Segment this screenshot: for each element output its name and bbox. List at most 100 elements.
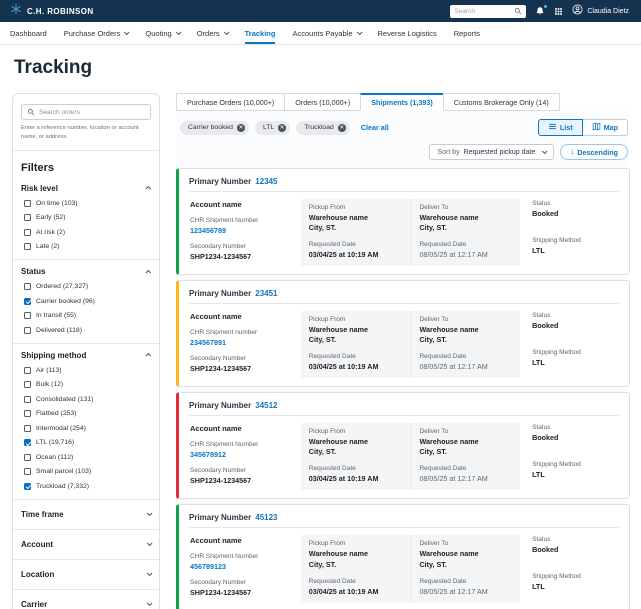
tab-shipments[interactable]: Shipments (1,393) [360,93,444,111]
shipment-card[interactable]: Primary Number 12345 Account name CHR Sh… [176,168,630,276]
primary-number-link[interactable]: 45123 [255,513,277,522]
filter-option-at-risk[interactable]: At risk (2) [24,228,151,236]
pickup-warehouse-name: Warehouse name [308,437,369,447]
chevron-down-icon [146,540,153,547]
chr-shipment-number-link[interactable]: 345678912 [190,450,295,459]
global-search-input[interactable] [454,7,515,15]
chr-shipment-number-link[interactable]: 456789123 [190,562,295,571]
filter-option-air[interactable]: Air (113) [24,366,151,374]
nav-item-quoting[interactable]: Quoting [145,22,182,44]
shipment-card[interactable]: Primary Number 34512 Account name CHR Sh… [176,392,630,500]
filter-option-label: Air (113) [36,366,62,374]
filter-option-consolidated[interactable]: Consolidated (131) [24,395,151,403]
filter-option-label: Delivered (118) [36,326,82,334]
filter-section-location: Location [13,560,159,590]
filter-section-header[interactable]: Risk level [21,184,152,193]
sort-by-select[interactable]: Sort by Requested pickup date [429,144,555,160]
map-view-button[interactable]: Map [581,119,628,136]
checkbox[interactable] [24,199,31,207]
filter-option-label: Ocean (112) [36,453,74,461]
checkbox[interactable] [24,453,31,461]
close-icon[interactable]: ✕ [278,123,287,132]
status-value: Booked [532,321,559,331]
nav-item-reverse-logistics[interactable]: Reverse Logistics [378,22,437,44]
chr-shipment-number-link[interactable]: 234567891 [190,338,295,347]
filter-option-small-parcel[interactable]: Small parcel (103) [24,468,151,476]
checkbox[interactable] [24,439,31,447]
shipping-method-value: LTL [532,470,545,480]
filter-section-header[interactable]: Location [21,570,153,579]
apps-grid-icon[interactable] [554,7,563,16]
nav-item-orders[interactable]: Orders [197,22,230,44]
filter-option-late[interactable]: Late (2) [24,243,151,251]
clear-all-link[interactable]: Clear all [361,123,389,132]
search-icon[interactable] [514,2,522,20]
shipment-card[interactable]: Primary Number 23451 Account name CHR Sh… [176,280,630,388]
checkbox[interactable] [24,297,31,305]
sort-direction-button[interactable]: ↓ Descending [560,144,628,160]
checkbox[interactable] [24,410,31,418]
close-icon[interactable]: ✕ [236,123,245,132]
chr-shipment-number-link[interactable]: 123456789 [190,226,295,235]
filter-option-label: Bulk (12) [36,381,64,389]
search-helper-text: Enter a reference number, location or ac… [21,125,139,140]
nav-item-label: Reports [453,28,480,38]
notifications-bell-icon[interactable] [535,5,548,16]
checkbox[interactable] [24,312,31,320]
filter-option-ltl[interactable]: LTL (19,716) [24,439,151,447]
pickup-column: Pickup From Warehouse name City, ST. Req… [300,535,411,603]
filter-section-header[interactable]: Time frame [21,510,153,519]
shipping-method-value: LTL [532,246,545,255]
tab-purchase-orders[interactable]: Purchase Orders (10,000+) [176,93,286,111]
filter-section-header[interactable]: Account [21,540,153,549]
close-icon[interactable]: ✕ [337,123,346,132]
checkbox[interactable] [24,468,31,476]
filter-option-on-time[interactable]: On time (103) [24,199,151,207]
card-header: Primary Number 23451 [189,287,619,305]
brand[interactable]: C.H. ROBINSON [10,2,94,20]
checkbox[interactable] [24,366,31,374]
user-menu[interactable]: Claudia Dietz [572,2,629,20]
list-view-button[interactable]: List [537,119,583,136]
filter-option-ordered[interactable]: Ordered (27,327) [24,283,151,291]
filter-option-flatbed[interactable]: Flatbed (253) [24,410,151,418]
checkbox[interactable] [24,214,31,222]
checkbox[interactable] [24,381,31,389]
checkbox[interactable] [24,243,31,251]
filter-option-ocean[interactable]: Ocean (112) [24,453,151,461]
nav-item-dashboard[interactable]: Dashboard [10,22,47,44]
nav-item-purchase-orders[interactable]: Purchase Orders [64,22,130,44]
filter-option-truckload[interactable]: Truckload (7,332) [24,482,151,490]
nav-item-tracking[interactable]: Tracking [244,22,275,44]
chevron-up-icon [145,269,152,276]
tab-orders[interactable]: Orders (10,000+) [284,93,362,111]
orders-search-input[interactable] [39,108,145,116]
tab-customs-brokerage-only[interactable]: Customs Brokerage Only (14) [442,93,560,111]
filter-option-in-transit[interactable]: In transit (55) [24,312,151,320]
checkbox[interactable] [24,424,31,432]
filter-chip-label: Carrier booked [188,124,233,131]
checkbox[interactable] [24,482,31,490]
checkbox[interactable] [24,395,31,403]
nav-item-accounts-payable[interactable]: Accounts Payable [292,22,363,44]
filter-option-label: Carrier booked (96) [36,297,95,305]
filter-option-early[interactable]: Early (52) [24,214,151,222]
shipment-card[interactable]: Primary Number 45123 Account name CHR Sh… [176,504,630,609]
checkbox[interactable] [24,283,31,291]
filter-section-header[interactable]: Shipping method [21,351,152,360]
chevron-down-icon [356,29,363,36]
filter-option-carrier-booked[interactable]: Carrier booked (96) [24,297,151,305]
primary-number-link[interactable]: 23451 [255,289,277,298]
filter-option-delivered[interactable]: Delivered (118) [24,326,151,334]
filter-section-header[interactable]: Carrier [21,600,153,609]
filter-option-bulk[interactable]: Bulk (12) [24,381,151,389]
nav-item-reports[interactable]: Reports [454,22,480,44]
account-name: Account name [190,200,242,209]
checkbox[interactable] [24,326,31,334]
primary-number-link[interactable]: 12345 [255,177,277,186]
filter-option-intermodal[interactable]: Intermodal (254) [24,424,151,432]
card-header: Primary Number 34512 [189,399,619,417]
primary-number-link[interactable]: 34512 [255,401,277,410]
checkbox[interactable] [24,228,31,236]
filter-section-header[interactable]: Status [21,267,152,276]
